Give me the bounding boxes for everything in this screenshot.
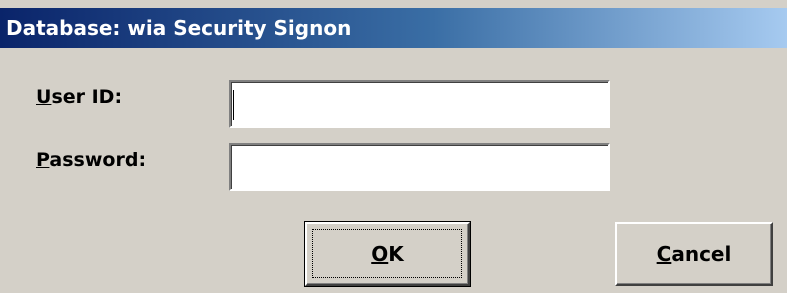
window-title: Database: wia Security Signon	[6, 16, 352, 40]
text-caret	[233, 90, 234, 120]
user-id-label-text: ser ID:	[51, 86, 123, 108]
user-id-label: User ID:	[36, 86, 122, 108]
user-id-input[interactable]	[229, 80, 610, 128]
password-label-mnemonic: P	[36, 149, 50, 171]
user-id-label-mnemonic: U	[36, 86, 52, 108]
title-bar[interactable]: Database: wia Security Signon	[0, 8, 787, 48]
ok-button[interactable]: OK	[304, 221, 471, 287]
password-input[interactable]	[229, 143, 610, 191]
cancel-mnemonic: C	[656, 242, 672, 266]
cancel-button[interactable]: Cancel	[615, 222, 773, 286]
password-label-text: assword:	[49, 149, 147, 171]
ok-label: K	[388, 242, 404, 266]
cancel-label: ancel	[671, 242, 732, 266]
ok-mnemonic: O	[371, 242, 389, 266]
password-label: Password:	[36, 149, 146, 171]
security-signon-dialog: Database: wia Security Signon User ID: P…	[0, 0, 787, 293]
